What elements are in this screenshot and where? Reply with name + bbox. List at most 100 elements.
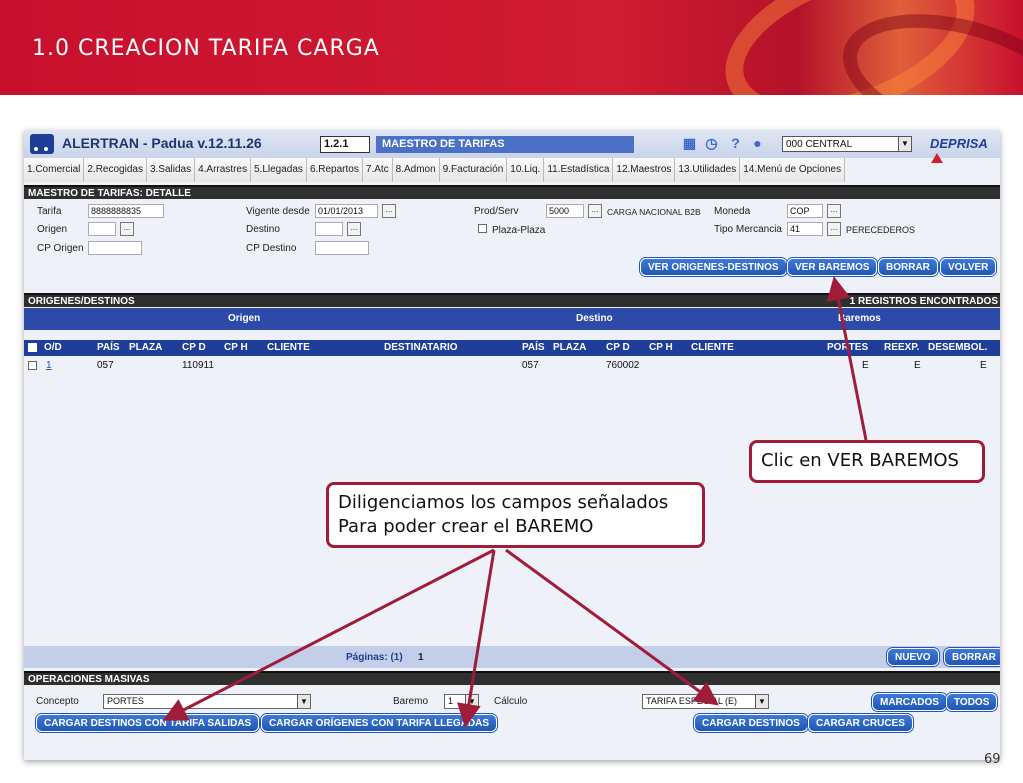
- menu-item[interactable]: 6.Repartos: [306, 158, 363, 182]
- grid-pager: Páginas: (1) 1 NUEVO BORRAR: [24, 646, 1000, 668]
- column-header[interactable]: DESTINATARIO: [384, 342, 458, 353]
- user-icon[interactable]: ●: [750, 136, 765, 151]
- origen-field[interactable]: [88, 222, 116, 236]
- row-od-link[interactable]: 1: [46, 360, 52, 371]
- menu-item[interactable]: 5.Llegadas: [251, 158, 307, 182]
- callout-ver-baremos: Clic en VER BAREMOS: [749, 440, 985, 483]
- calculo-select[interactable]: TARIFA ESPECIAL (E) ▼: [642, 694, 769, 709]
- cp-origen-field[interactable]: [88, 241, 142, 255]
- menu-item[interactable]: 7.Atc: [362, 158, 393, 182]
- column-header[interactable]: CP D: [606, 342, 630, 353]
- vigente-label: Vigente desde: [246, 206, 310, 217]
- clock-icon[interactable]: ◷: [704, 136, 719, 151]
- group-baremos: Baremos: [838, 313, 881, 324]
- menu-item[interactable]: 4.Arrastres: [195, 158, 251, 182]
- menu-item[interactable]: 10.Liq.: [507, 158, 545, 182]
- todos-button[interactable]: TODOS: [946, 693, 998, 711]
- row-cell: E: [862, 360, 869, 371]
- column-header[interactable]: O/D: [44, 342, 62, 353]
- concepto-select[interactable]: PORTES ▼: [103, 694, 311, 709]
- row-cell: E: [980, 360, 987, 371]
- prodserv-field[interactable]: 5000: [546, 204, 584, 218]
- concepto-label: Concepto: [36, 696, 79, 707]
- destino-lookup-button[interactable]: ...: [347, 222, 361, 236]
- chevron-down-icon[interactable]: ▼: [755, 695, 768, 708]
- column-header[interactable]: PLAZA: [553, 342, 586, 353]
- module-title: MAESTRO DE TARIFAS: [376, 136, 634, 153]
- chevron-down-icon[interactable]: ▼: [465, 695, 478, 708]
- select-all-checkbox[interactable]: [28, 343, 37, 352]
- tipo-mercancia-label: Tipo Mercancia: [714, 224, 782, 235]
- tipo-mercancia-field[interactable]: 41: [787, 222, 823, 236]
- tipo-mercancia-lookup-button[interactable]: ...: [827, 222, 841, 236]
- tarifa-field[interactable]: 8888888835: [88, 204, 164, 218]
- plaza-plaza-label: Plaza-Plaza: [492, 225, 546, 236]
- column-header[interactable]: CP H: [224, 342, 248, 353]
- calculo-value: TARIFA ESPECIAL (E): [646, 696, 738, 706]
- table-row[interactable]: 1 057 110911 057 760002 E E E: [24, 358, 1000, 374]
- cargar-cruces-button[interactable]: CARGAR CRUCES: [808, 714, 913, 732]
- column-header[interactable]: CLIENTE: [691, 342, 734, 353]
- destino-field[interactable]: [315, 222, 343, 236]
- cp-origen-label: CP Origen: [37, 243, 84, 254]
- transaction-code-input[interactable]: 1.2.1: [320, 136, 370, 153]
- column-header[interactable]: CP D: [182, 342, 206, 353]
- plaza-plaza-checkbox[interactable]: [478, 224, 487, 233]
- moneda-lookup-button[interactable]: ...: [827, 204, 841, 218]
- row-cell: 760002: [606, 360, 640, 371]
- grid-title: ORIGENES/DESTINOS: [28, 296, 135, 307]
- origen-lookup-button[interactable]: ...: [120, 222, 134, 236]
- borrar-button[interactable]: BORRAR: [878, 258, 938, 276]
- cargar-origenes-llegadas-button[interactable]: CARGAR ORÍGENES CON TARIFA LLEGADAS: [261, 714, 498, 732]
- moneda-field[interactable]: COP: [787, 204, 823, 218]
- menu-item[interactable]: 14.Menú de Opciones: [740, 158, 846, 182]
- calendar-icon[interactable]: ▦: [682, 136, 697, 151]
- grid-borrar-button[interactable]: BORRAR: [944, 648, 1000, 666]
- menu-item[interactable]: 2.Recogidas: [84, 158, 147, 182]
- menu-item[interactable]: 13.Utilidades: [675, 158, 741, 182]
- menu-item[interactable]: 11.Estadística: [544, 158, 614, 182]
- slide-title: 1.0 CREACION TARIFA CARGA: [32, 36, 380, 61]
- marcados-button[interactable]: MARCADOS: [872, 693, 947, 711]
- column-header[interactable]: REEXP.: [884, 342, 919, 353]
- grid-section-header: ORIGENES/DESTINOS 1 REGISTROS ENCONTRADOS: [24, 293, 1000, 307]
- vigente-field[interactable]: 01/01/2013: [315, 204, 378, 218]
- chevron-down-icon[interactable]: ▼: [898, 137, 911, 151]
- baremo-value: 1: [448, 696, 454, 706]
- tipo-mercancia-description: PERECEDEROS: [846, 225, 916, 235]
- page-number[interactable]: 1: [418, 652, 424, 663]
- menu-item[interactable]: 12.Maestros: [613, 158, 676, 182]
- column-header[interactable]: DESEMBOL.: [928, 342, 987, 353]
- mass-section-header: OPERACIONES MASIVAS: [24, 671, 1000, 685]
- column-header[interactable]: CLIENTE: [267, 342, 310, 353]
- column-header[interactable]: PLAZA: [129, 342, 162, 353]
- office-select[interactable]: 000 CENTRAL ▼: [782, 136, 912, 152]
- volver-button[interactable]: VOLVER: [940, 258, 997, 276]
- column-header[interactable]: PAÍS: [522, 342, 545, 353]
- menu-item[interactable]: 9.Facturación: [439, 158, 508, 182]
- menu-item[interactable]: 3.Salidas: [146, 158, 196, 182]
- app-header: ALERTRAN - Padua v.12.11.26 1.2.1 MAESTR…: [24, 130, 1000, 158]
- ver-baremos-button[interactable]: VER BAREMOS: [787, 258, 878, 276]
- ver-origenes-destinos-button[interactable]: VER ORIGENES-DESTINOS: [640, 258, 787, 276]
- cargar-destinos-button[interactable]: CARGAR DESTINOS: [694, 714, 808, 732]
- column-header[interactable]: PORTES: [827, 342, 868, 353]
- cargar-destinos-salidas-button[interactable]: CARGAR DESTINOS CON TARIFA SALIDAS: [36, 714, 260, 732]
- chevron-down-icon[interactable]: ▼: [297, 695, 310, 708]
- menu-item[interactable]: 8.Admon: [392, 158, 440, 182]
- column-header[interactable]: CP H: [649, 342, 673, 353]
- group-destino: Destino: [576, 313, 613, 324]
- calendar-lookup-button[interactable]: ...: [382, 204, 396, 218]
- baremo-select[interactable]: 1 ▼: [444, 694, 479, 709]
- menu-item[interactable]: 1.Comercial: [24, 158, 85, 182]
- prodserv-lookup-button[interactable]: ...: [588, 204, 602, 218]
- baremo-label: Baremo: [393, 696, 429, 707]
- truck-icon: [30, 134, 54, 154]
- concepto-value: PORTES: [107, 696, 144, 706]
- row-cell: 057: [522, 360, 539, 371]
- help-icon[interactable]: ?: [728, 136, 743, 151]
- column-header[interactable]: PAÍS: [97, 342, 120, 353]
- cp-destino-field[interactable]: [315, 241, 369, 255]
- nuevo-button[interactable]: NUEVO: [887, 648, 939, 666]
- row-checkbox[interactable]: [28, 361, 37, 370]
